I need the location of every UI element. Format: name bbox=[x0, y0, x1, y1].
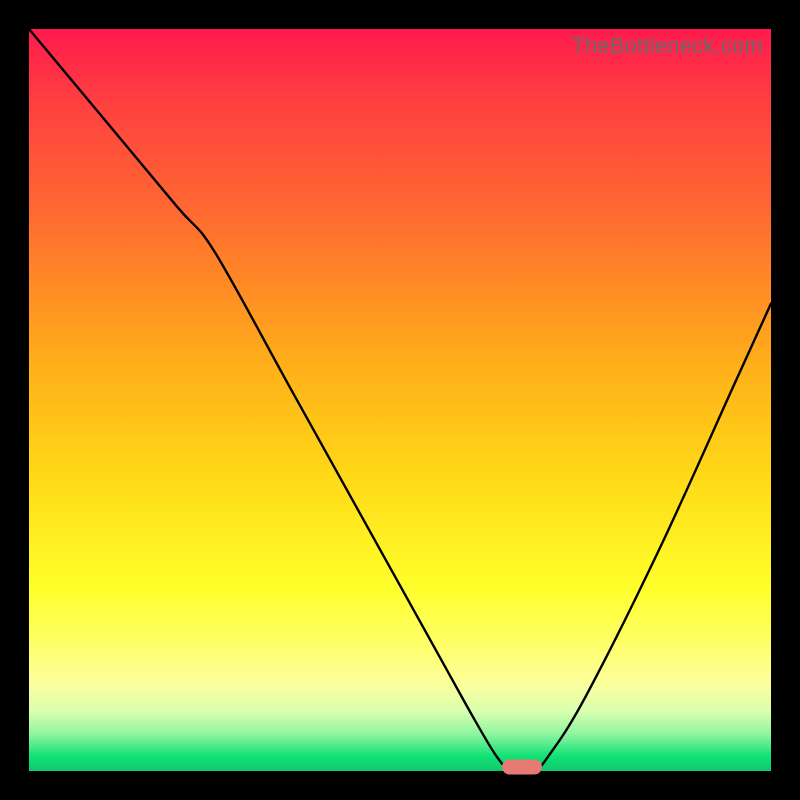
bottleneck-curve bbox=[29, 29, 771, 771]
chart-frame: TheBottleneck.com bbox=[0, 0, 800, 800]
optimal-point-marker bbox=[502, 760, 542, 775]
plot-area: TheBottleneck.com bbox=[29, 29, 771, 771]
